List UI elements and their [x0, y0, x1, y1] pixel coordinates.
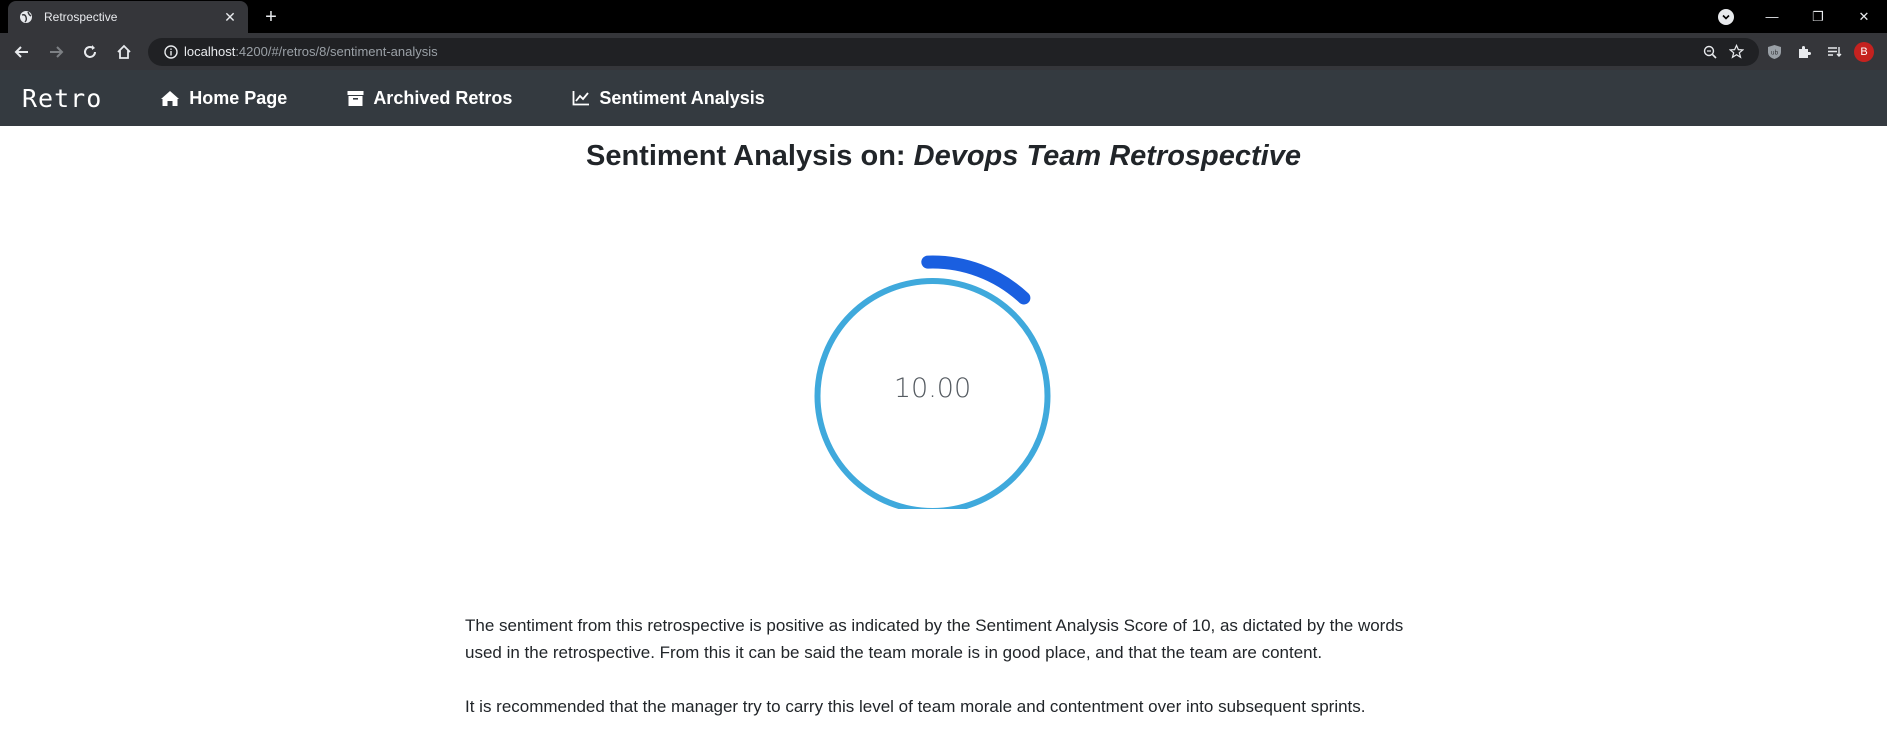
reload-icon[interactable]: [76, 38, 104, 66]
profile-avatar[interactable]: B: [1849, 38, 1879, 66]
forward-arrow-icon[interactable]: [42, 38, 70, 66]
new-tab-icon[interactable]: +: [260, 6, 282, 28]
home-icon: [161, 90, 180, 106]
ublock-extension-icon[interactable]: ub: [1759, 38, 1789, 66]
brand-logo[interactable]: Retro: [22, 84, 102, 113]
tab-search-button[interactable]: [1703, 0, 1749, 33]
restore-icon[interactable]: ❐: [1795, 0, 1841, 33]
home-button-icon[interactable]: [110, 38, 138, 66]
nav-sentiment-analysis[interactable]: Sentiment Analysis: [572, 87, 765, 109]
url-path: :4200/#/retros/8/sentiment-analysis: [235, 44, 438, 59]
reading-list-icon[interactable]: [1819, 38, 1849, 66]
nav-sentiment-analysis-label: Sentiment Analysis: [599, 87, 765, 108]
browser-tab-strip: Retrospective ✕ + — ❐ ✕: [0, 0, 1887, 33]
nav-home-page[interactable]: Home Page: [160, 88, 287, 109]
archive-icon: [347, 90, 364, 106]
bookmark-star-icon[interactable]: [1723, 44, 1749, 59]
description-paragraph: The sentiment from this retrospective is…: [465, 616, 1404, 662]
url-host: localhost: [184, 44, 236, 59]
extensions-puzzle-icon[interactable]: [1789, 38, 1819, 66]
zoom-icon[interactable]: [1697, 45, 1723, 59]
tab-title: Retrospective: [44, 10, 118, 24]
window-controls: — ❐ ✕: [1703, 0, 1887, 33]
nav-archived-retros-label: Archived Retros: [373, 87, 513, 108]
chevron-down-icon: [1718, 8, 1734, 25]
browser-tab[interactable]: Retrospective ✕: [8, 1, 248, 33]
recommendation-paragraph: It is recommended that the manager try t…: [465, 697, 1366, 716]
info-icon[interactable]: [158, 44, 184, 59]
close-window-icon[interactable]: ✕: [1841, 0, 1887, 33]
globe-icon: [18, 9, 34, 25]
sentiment-score-gauge: 10.00: [795, 234, 1070, 514]
profile-initial: B: [1854, 41, 1874, 62]
browser-toolbar: localhost :4200/#/retros/8/sentiment-ana…: [0, 33, 1887, 70]
main-content: Sentiment Analysis on: Devops Team Retro…: [0, 126, 1887, 733]
sentiment-score-value: 10.00: [893, 373, 972, 404]
page-title-prefix: Sentiment Analysis on:: [585, 140, 914, 172]
close-tab-icon[interactable]: ✕: [222, 9, 238, 25]
app-navbar: Retro Home Page Archived Retros Sentimen…: [0, 70, 1887, 126]
address-bar[interactable]: localhost :4200/#/retros/8/sentiment-ana…: [148, 37, 1759, 66]
retro-name: Devops Team Retrospective: [913, 140, 1301, 172]
nav-archived-retros[interactable]: Archived Retros: [347, 88, 512, 109]
page-title: Sentiment Analysis on: Devops Team Retro…: [0, 140, 1887, 173]
chart-line-icon: [572, 91, 590, 106]
back-arrow-icon[interactable]: [8, 38, 36, 66]
minimize-icon[interactable]: —: [1749, 0, 1795, 33]
svg-text:ub: ub: [1770, 49, 1778, 56]
sentiment-description: The sentiment from this retrospective is…: [465, 612, 1435, 733]
nav-home-page-label: Home Page: [189, 87, 288, 108]
